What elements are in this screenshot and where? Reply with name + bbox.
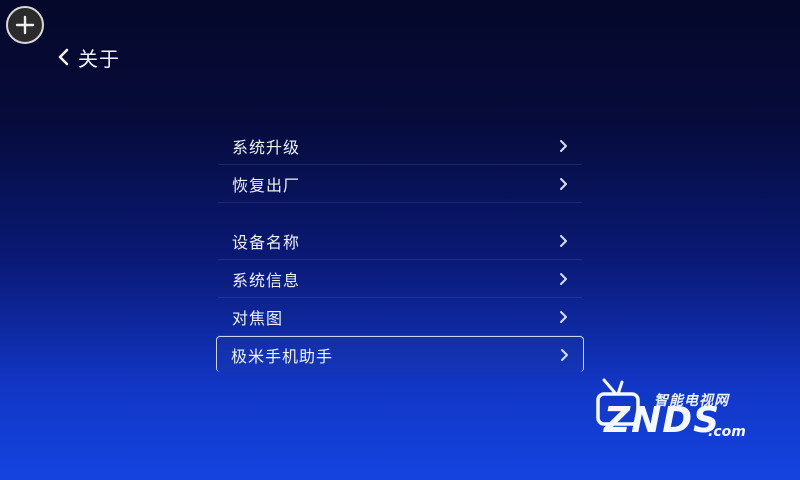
chevron-right-icon [559,347,569,363]
menu-item-focus-chart[interactable]: 对焦图 [218,298,582,336]
chevron-left-icon [58,48,69,66]
group-divider [216,203,584,222]
watermark-logo: 智能电视网 ZNDS .com [590,378,760,448]
chevron-right-icon [558,271,568,287]
page-title: 关于 [78,46,120,71]
settings-menu: 系统升级 恢复出厂 设备名称 系统信息 对焦图 极米手机助手 [216,127,584,372]
menu-item-system-upgrade[interactable]: 系统升级 [218,127,582,165]
menu-item-label: 恢复出厂 [232,175,301,195]
page-header: 关于 [56,42,120,72]
plus-circle-icon [15,15,35,35]
menu-item-label: 极米手机助手 [231,346,334,366]
chevron-right-icon [558,138,568,154]
back-button[interactable] [56,47,70,67]
watermark-en-text: ZNDS [604,400,721,441]
menu-item-label: 系统信息 [232,270,301,290]
menu-item-label: 系统升级 [232,137,301,157]
chevron-right-icon [558,176,568,192]
add-button[interactable] [6,6,44,44]
watermark-domain-text: .com [708,424,746,440]
menu-item-label: 对焦图 [232,308,284,328]
menu-item-system-info[interactable]: 系统信息 [218,260,582,298]
chevron-right-icon [558,309,568,325]
menu-item-label: 设备名称 [232,232,301,252]
menu-item-xgimi-phone-assistant[interactable]: 极米手机助手 [216,336,584,372]
menu-item-device-name[interactable]: 设备名称 [218,222,582,260]
menu-item-factory-reset[interactable]: 恢复出厂 [218,165,582,203]
chevron-right-icon [558,233,568,249]
